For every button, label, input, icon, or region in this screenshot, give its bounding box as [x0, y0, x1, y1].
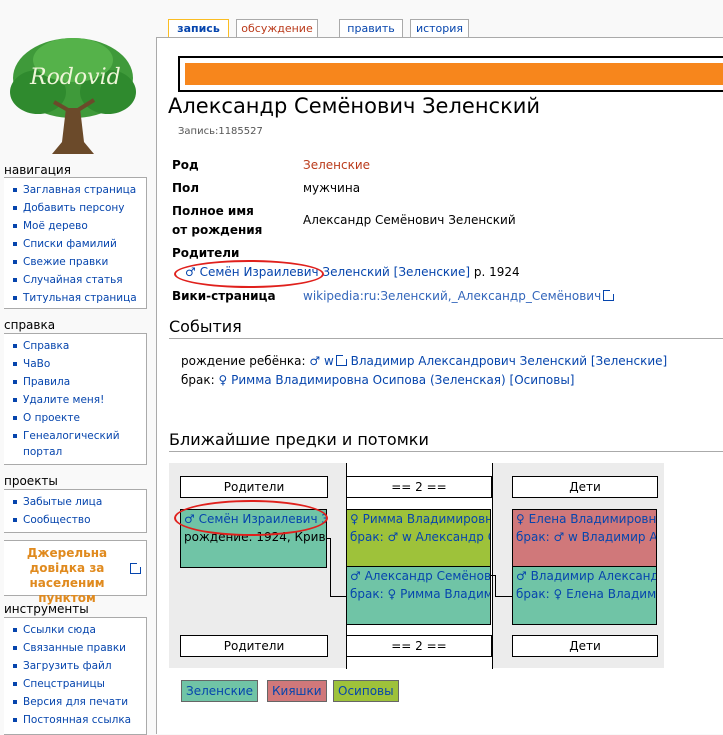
tree-self-marriage[interactable]: брак: ♀ Римма Владимировна: [350, 585, 490, 603]
event-birth-child: рождение ребёнка: ♂ w Владимир Александр…: [181, 354, 667, 368]
external-link-icon: [335, 354, 348, 366]
event-child-family-link[interactable]: [Зеленские]: [591, 354, 667, 368]
rodovid-logo[interactable]: Rodovid: [8, 30, 138, 160]
tools-item-permalink[interactable]: Постоянная ссылка: [12, 711, 146, 729]
projects-item-forgotten[interactable]: Забытые лица: [12, 493, 146, 511]
logo-text: Rodovid: [29, 65, 121, 90]
tools-item-related[interactable]: Связанные правки: [12, 639, 146, 657]
page-title: Александр Семёнович Зеленский: [168, 94, 541, 118]
tree-footer-children: Дети: [512, 635, 658, 657]
tree-header-children: Дети: [512, 476, 658, 498]
birthname-label-2: от рождения: [172, 223, 263, 237]
help-item-portal[interactable]: Генеалогический портал: [12, 427, 131, 462]
nav-item-add-person[interactable]: Добавить персону: [12, 199, 146, 217]
help-item-help[interactable]: Справка: [12, 337, 146, 355]
annotation-oval: [174, 260, 324, 288]
wiki-label: Вики-страница: [172, 289, 276, 303]
parent-family-link[interactable]: [Зеленские]: [394, 265, 470, 279]
tree-self-card[interactable]: ♂ Александр Семёнович Зеленский брак: ♀ …: [346, 566, 491, 625]
tree-child-name[interactable]: ♂ Владимир Александрович Зеленский: [516, 567, 656, 585]
event-child-link[interactable]: Владимир Александрович Зеленский: [351, 354, 587, 368]
tools-item-special[interactable]: Спецстраницы: [12, 675, 146, 693]
tree-footer-generation: == 2 ==: [346, 635, 492, 657]
tree-self-name[interactable]: ♂ Александр Семёнович Зеленский: [350, 567, 490, 585]
birthname-label-1: Полное имя: [172, 204, 254, 218]
sex-label: Пол: [172, 181, 200, 195]
projects-item-community[interactable]: Сообщество: [12, 511, 146, 529]
tree-child-spouse-name[interactable]: ♀ Елена Владимировна Зеленская: [516, 510, 656, 528]
tree-spouse-name[interactable]: ♀ Римма Владимировна Осипова: [350, 510, 490, 528]
help-item-rules[interactable]: Правила: [12, 373, 146, 391]
tree-connector: [495, 596, 512, 597]
nav-box: Заглавная страница Добавить персону Моё …: [4, 177, 147, 309]
tab-edit[interactable]: править: [339, 19, 403, 37]
sex-value: мужчина: [303, 181, 361, 195]
banner-bar: [185, 63, 723, 85]
tree-spouse-card[interactable]: ♀ Римма Владимировна Осипова брак: ♂ w А…: [346, 509, 491, 567]
annotation-oval: [174, 500, 328, 536]
tools-item-whatlinks[interactable]: Ссылки сюда: [12, 621, 146, 639]
tree-connector: [495, 575, 496, 597]
event-prefix: брак:: [181, 373, 215, 387]
tree-child-card[interactable]: ♂ Владимир Александрович Зеленский брак:…: [512, 566, 657, 625]
female-icon: ♀: [218, 373, 228, 387]
promo-link[interactable]: Джерельна довідка за населеним пунктом: [8, 546, 126, 606]
legend-kiyashki[interactable]: Кияшки: [267, 680, 327, 702]
event-prefix: рождение ребёнка:: [181, 354, 306, 368]
tree-child-spouse-card[interactable]: ♀ Елена Владимировна Зеленская брак: ♂ w…: [512, 509, 657, 567]
events-heading: События: [169, 317, 723, 339]
tab-record[interactable]: запись: [168, 19, 229, 37]
family-label: Род: [172, 158, 199, 172]
nav-heading: навигация: [4, 163, 71, 177]
tree-connector: [330, 596, 346, 597]
banner: [178, 56, 723, 92]
tab-history[interactable]: история: [410, 19, 469, 37]
tab-discussion[interactable]: обсуждение: [236, 19, 318, 37]
tree-child-marriage[interactable]: брак: ♀ Елена Владимировна: [516, 585, 656, 603]
tree-header-generation: == 2 ==: [346, 476, 492, 498]
help-heading: справка: [4, 318, 56, 332]
tree-heading: Ближайшие предки и потомки: [169, 430, 723, 452]
tools-heading: инструменты: [4, 602, 89, 616]
help-box: Справка ЧаВо Правила Удалите меня! О про…: [4, 333, 147, 465]
family-value[interactable]: Зеленские: [303, 158, 370, 172]
tools-item-print[interactable]: Версия для печати: [12, 693, 146, 711]
help-item-about[interactable]: О проекте: [12, 409, 146, 427]
help-item-delete[interactable]: Удалите меня!: [12, 391, 146, 409]
tools-item-upload[interactable]: Загрузить файл: [12, 657, 146, 675]
male-icon: ♂: [309, 354, 321, 368]
wiki-value-wrap: wikipedia:ru:Зеленский,_Александр_Семёно…: [303, 289, 616, 303]
nav-item-main[interactable]: Заглавная страница: [12, 181, 146, 199]
nav-item-title[interactable]: Титульная страница: [12, 289, 146, 307]
wiki-link[interactable]: wikipedia:ru:Зеленский,_Александр_Семёно…: [303, 289, 601, 303]
external-link-icon: [130, 562, 142, 574]
tree-header-parents: Родители: [180, 476, 328, 498]
wiki-w-link[interactable]: w: [324, 354, 334, 368]
birthname-value: Александр Семёнович Зеленский: [303, 213, 516, 227]
help-item-faq[interactable]: ЧаВо: [12, 355, 146, 373]
tree-child-spouse-marriage[interactable]: брак: ♂ w Владимир Александрович: [516, 528, 656, 546]
legend-osipovy[interactable]: Осиповы: [333, 680, 399, 702]
record-id: Запись:1185527: [178, 126, 263, 137]
nav-item-random[interactable]: Случайная статья: [12, 271, 146, 289]
parent-year: р. 1924: [473, 265, 520, 279]
tree-footer-parents: Родители: [180, 635, 328, 657]
nav-item-my-tree[interactable]: Моё дерево: [12, 217, 146, 235]
external-link-icon: [603, 289, 616, 301]
projects-heading: проекты: [4, 474, 58, 488]
nav-item-recent[interactable]: Свежие правки: [12, 253, 146, 271]
nav-item-surnames[interactable]: Списки фамилий: [12, 235, 146, 253]
event-spouse-link[interactable]: Римма Владимировна Осипова (Зеленская): [231, 373, 506, 387]
parents-label: Родители: [172, 246, 240, 260]
tools-box: Ссылки сюда Связанные правки Загрузить ф…: [4, 617, 147, 735]
event-spouse-family-link[interactable]: [Осиповы]: [510, 373, 575, 387]
legend-zelenskie[interactable]: Зеленские: [181, 680, 259, 702]
event-marriage: брак: ♀ Римма Владимировна Осипова (Зеле…: [181, 373, 575, 387]
tree-connector: [330, 538, 331, 597]
projects-box: Забытые лица Сообщество: [4, 489, 147, 533]
promo-box: Джерельна довідка за населеним пунктом: [4, 540, 147, 605]
tree-spouse-marriage[interactable]: брак: ♂ w Александр Семёнович: [350, 528, 490, 546]
